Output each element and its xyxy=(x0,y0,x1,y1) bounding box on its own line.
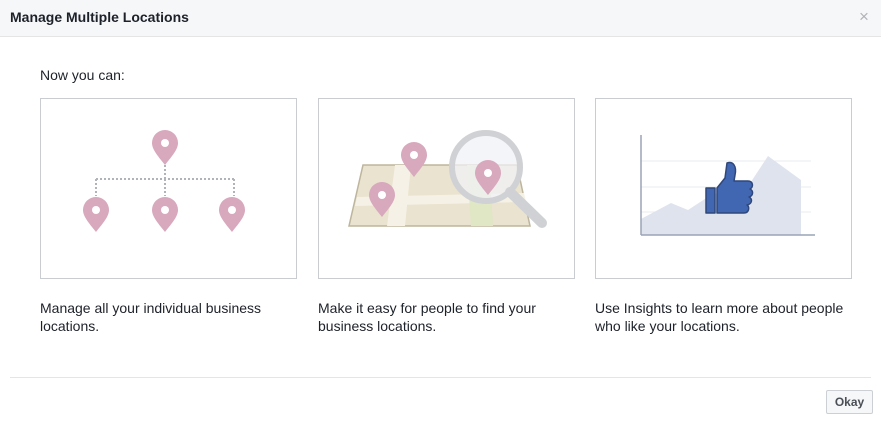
location-hierarchy-icon xyxy=(83,130,245,232)
intro-text: Now you can: xyxy=(40,67,125,83)
feature-card-manage xyxy=(40,98,297,279)
feature-description-insights: Use Insights to learn more about people … xyxy=(595,300,844,334)
feature-card-find xyxy=(318,98,575,279)
feature-description-find: Make it easy for people to find your bus… xyxy=(318,300,536,334)
okay-button[interactable]: Okay xyxy=(826,390,873,414)
close-icon[interactable]: × xyxy=(855,7,873,27)
feature-description-manage: Manage all your individual business loca… xyxy=(40,300,262,334)
feature-card-insights xyxy=(595,98,852,279)
dialog-header: Manage Multiple Locations × xyxy=(0,0,881,37)
map-search-icon xyxy=(348,130,547,228)
insights-like-chart-icon xyxy=(640,135,815,236)
manage-locations-dialog: Manage Multiple Locations × Now you can: xyxy=(0,0,881,424)
footer-divider xyxy=(10,377,871,378)
dialog-title: Manage Multiple Locations xyxy=(10,9,189,25)
